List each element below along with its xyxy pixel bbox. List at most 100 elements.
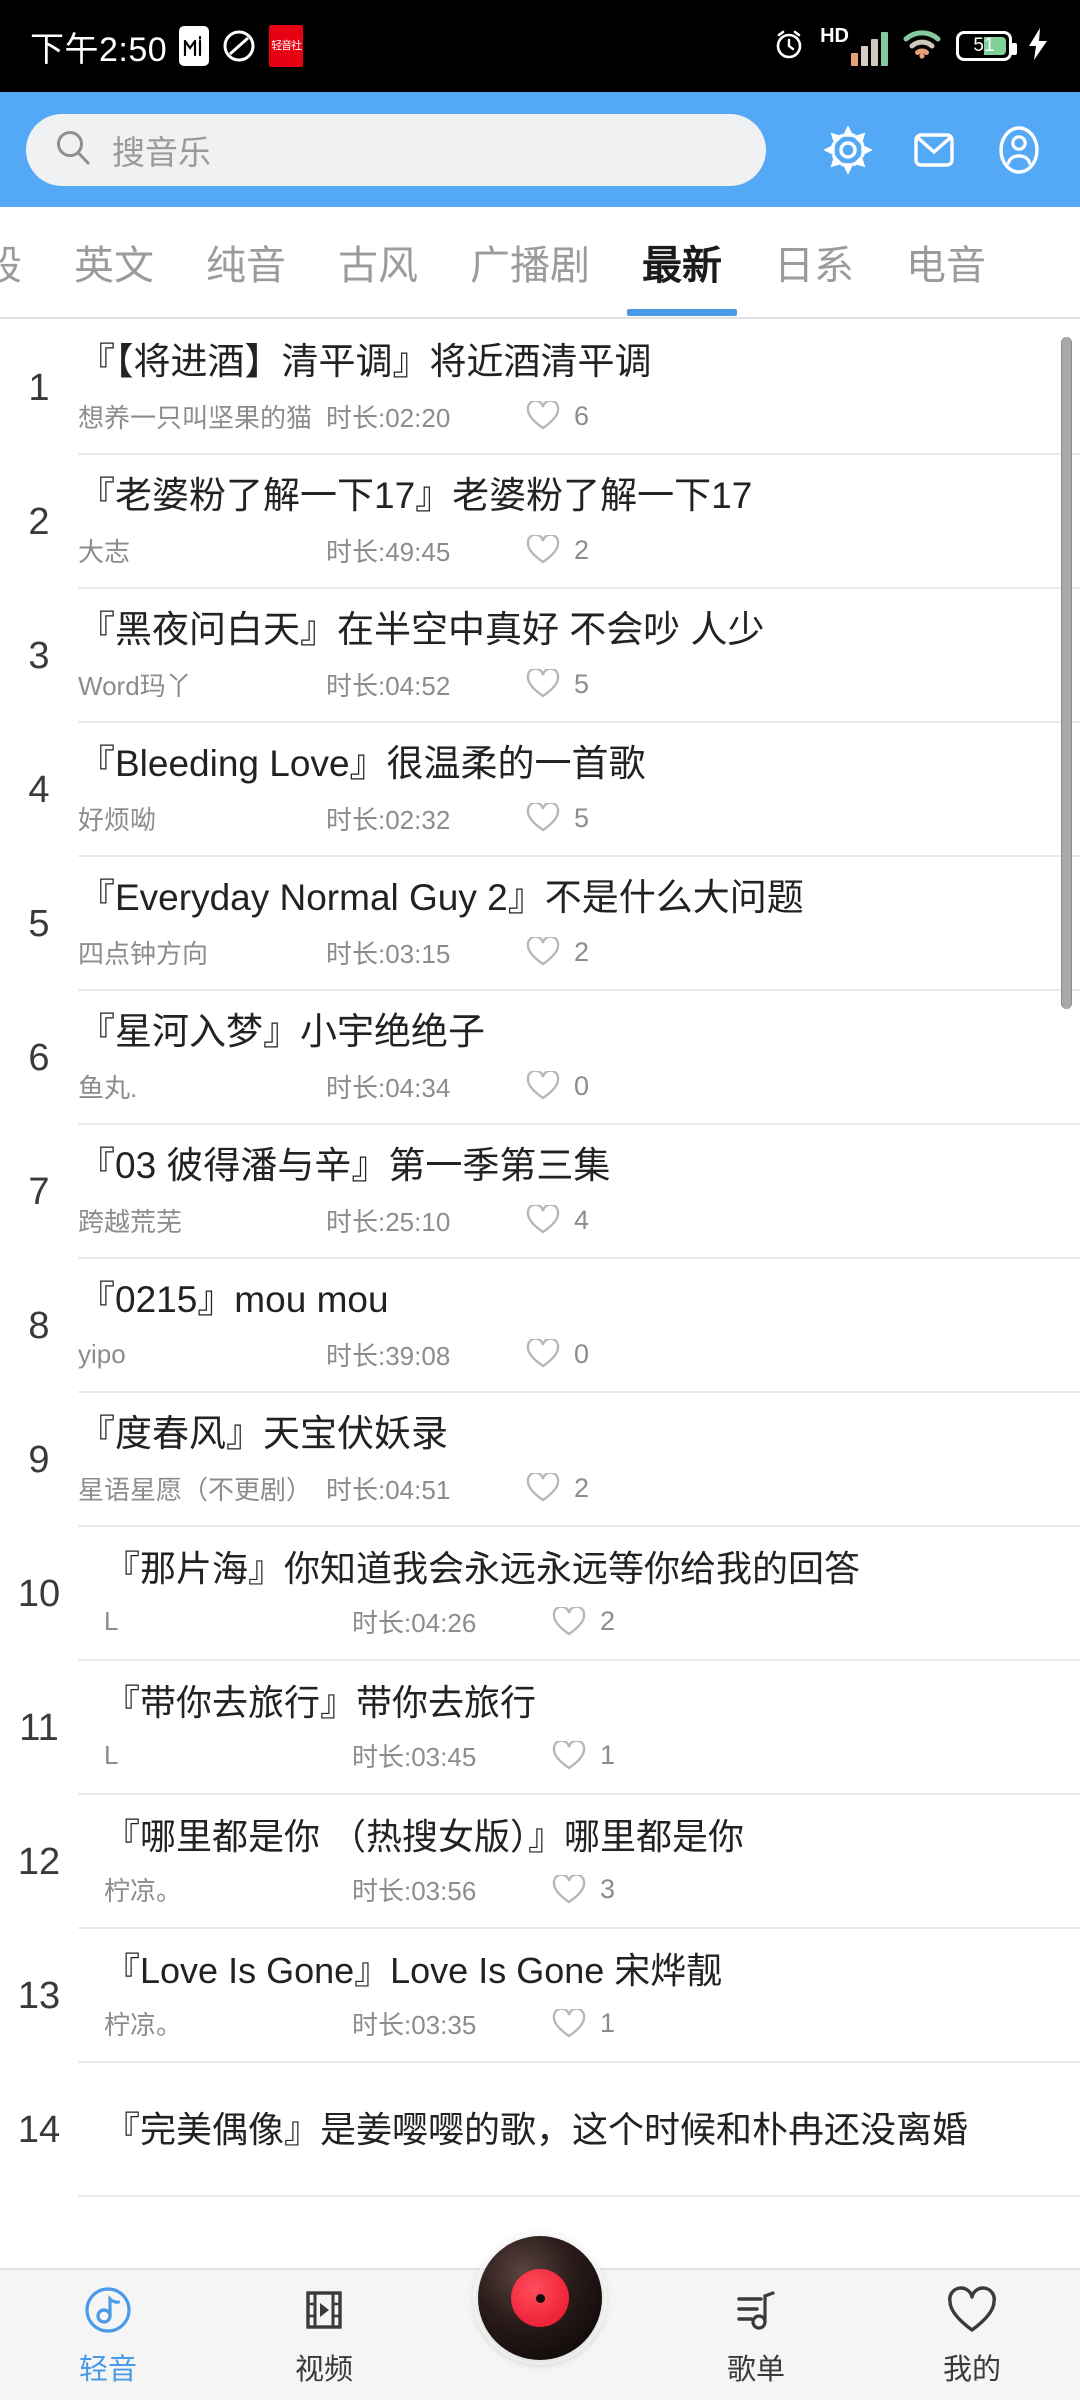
search-input[interactable]: 搜音乐	[26, 114, 766, 186]
like-button[interactable]: 2	[526, 535, 589, 566]
like-count: 2	[574, 937, 589, 968]
row-content: 『带你去旅行』带你去旅行 L 时长:03:45 1	[78, 1661, 1080, 1795]
tab-label: 英文	[74, 233, 154, 291]
row-content: 『【将进酒】清平调』将近酒清平调 想养一只叫坚果的猫 时长:02:20 6	[78, 321, 1080, 455]
like-button[interactable]: 2	[552, 1606, 615, 1637]
like-count: 6	[574, 401, 589, 432]
table-row[interactable]: 6 『星河入梦』小宇绝绝子 鱼丸. 时长:04:34 0	[0, 991, 1080, 1125]
tab-label: 日系	[774, 233, 854, 291]
song-list[interactable]: 1 『【将进酒】清平调』将近酒清平调 想养一只叫坚果的猫 时长:02:20 6 …	[0, 321, 1080, 2268]
table-row[interactable]: 1 『【将进酒】清平调』将近酒清平调 想养一只叫坚果的猫 时长:02:20 6	[0, 321, 1080, 455]
song-meta: 想养一只叫坚果的猫 时长:02:20 6	[78, 398, 1080, 435]
nav-item-light-music[interactable]: 轻音	[8, 2282, 208, 2388]
vinyl-record-icon[interactable]	[478, 2236, 602, 2360]
song-meta: 好烦呦 时长:02:32 5	[78, 800, 1080, 837]
list-scrollbar[interactable]	[1061, 337, 1072, 1009]
signal-bars-icon: HD	[820, 26, 888, 66]
tab-english[interactable]: 英文	[48, 207, 180, 318]
nav-item-video[interactable]: 视频	[224, 2282, 424, 2388]
tab-guofeng[interactable]: 古风	[312, 207, 444, 318]
nav-item-playlist[interactable]: 歌单	[656, 2282, 856, 2388]
like-count: 2	[574, 535, 589, 566]
row-content: 『Love Is Gone』Love Is Gone 宋烨靓 柠凉。 时长:03…	[78, 1929, 1080, 2063]
table-row[interactable]: 14 『完美偶像』是姜嘤嘤的歌，这个时候和朴冉还没离婚	[0, 2063, 1080, 2197]
vinyl-hole	[536, 2294, 545, 2303]
tab-pure-music[interactable]: 纯音	[180, 207, 312, 318]
song-duration: 时长:04:26	[352, 1603, 552, 1640]
like-button[interactable]: 1	[552, 2008, 615, 2039]
like-button[interactable]: 0	[526, 1071, 589, 1102]
song-duration: 时长:39:08	[326, 1336, 526, 1373]
table-row[interactable]: 4 『Bleeding Love』很温柔的一首歌 好烦呦 时长:02:32 5	[0, 723, 1080, 857]
song-duration: 时长:03:45	[352, 1737, 552, 1774]
song-title: 『03 彼得潘与辛』第一季第三集	[78, 1145, 1080, 1188]
bars	[851, 32, 888, 66]
tab-label: 纯音	[206, 233, 286, 291]
table-row[interactable]: 9 『度春风』天宝伏妖录 星语星愿（不更剧） 时长:04:51 2	[0, 1393, 1080, 1527]
song-title: 『Everyday Normal Guy 2』不是什么大问题	[78, 877, 1080, 920]
nav-label: 轻音	[79, 2346, 137, 2388]
table-row[interactable]: 11 『带你去旅行』带你去旅行 L 时长:03:45 1	[0, 1661, 1080, 1795]
mail-icon[interactable]	[908, 124, 960, 176]
uploader-name: 鱼丸.	[78, 1068, 326, 1105]
uploader-name: yipo	[78, 1339, 326, 1370]
like-button[interactable]: 0	[526, 1339, 589, 1370]
alarm-clock-icon	[772, 27, 806, 66]
table-row[interactable]: 13 『Love Is Gone』Love Is Gone 宋烨靓 柠凉。 时长…	[0, 1929, 1080, 2063]
uploader-name: 好烦呦	[78, 800, 326, 837]
tab-japanese[interactable]: 日系	[748, 207, 880, 318]
tab-duanzi[interactable]: 段	[0, 207, 48, 318]
like-button[interactable]: 3	[552, 1874, 615, 1905]
mi-logo-icon	[179, 26, 209, 66]
category-tab-bar[interactable]: 段 英文 纯音 古风 广播剧 最新 日系 电音	[0, 207, 1080, 319]
heart-icon	[945, 2282, 999, 2338]
nav-label: 歌单	[727, 2346, 785, 2388]
tab-electronic[interactable]: 电音	[880, 207, 1012, 318]
like-button[interactable]: 2	[526, 937, 589, 968]
nav-item-mine[interactable]: 我的	[872, 2282, 1072, 2388]
charging-bolt-icon	[1026, 27, 1050, 66]
uploader-name: 大志	[78, 532, 326, 569]
like-count: 1	[600, 2008, 615, 2039]
like-button[interactable]: 5	[526, 669, 589, 700]
bottom-navigation-bar[interactable]: 轻音 视频	[0, 2268, 1080, 2400]
user-circle-icon[interactable]	[992, 123, 1046, 177]
like-button[interactable]: 6	[526, 401, 589, 432]
status-time: 下午2:50	[30, 22, 167, 71]
song-title: 『老婆粉了解一下17』老婆粉了解一下17	[78, 475, 1080, 518]
uploader-name: L	[104, 1740, 352, 1771]
row-index: 2	[0, 455, 78, 589]
table-row[interactable]: 3 『黑夜问白天』在半空中真好 不会吵 人少 Word玛丫 时长:04:52 5	[0, 589, 1080, 723]
status-bar-right: HD 51	[772, 26, 1050, 66]
table-row[interactable]: 12 『哪里都是你 （热搜女版）』哪里都是你 柠凉。 时长:03:56 3	[0, 1795, 1080, 1929]
heart-icon	[552, 2009, 586, 2039]
like-button[interactable]: 5	[526, 803, 589, 834]
table-row[interactable]: 2 『老婆粉了解一下17』老婆粉了解一下17 大志 时长:49:45 2	[0, 455, 1080, 589]
uploader-name: 柠凉。	[104, 2005, 352, 2042]
song-duration: 时长:04:34	[326, 1068, 526, 1105]
like-button[interactable]: 1	[552, 1740, 615, 1771]
table-row[interactable]: 7 『03 彼得潘与辛』第一季第三集 跨越荒芜 时长:25:10 4	[0, 1125, 1080, 1259]
like-button[interactable]: 2	[526, 1473, 589, 1504]
tab-label: 古风	[338, 233, 418, 291]
table-row[interactable]: 10 『那片海』你知道我会永远永远等你给我的回答 L 时长:04:26 2	[0, 1527, 1080, 1661]
song-meta: 柠凉。 时长:03:56 3	[78, 1871, 1080, 1908]
row-content: 『Everyday Normal Guy 2』不是什么大问题 四点钟方向 时长:…	[78, 857, 1080, 991]
row-index: 11	[0, 1661, 78, 1795]
heart-icon	[552, 1741, 586, 1771]
table-row[interactable]: 8 『0215』mou mou yipo 时长:39:08 0	[0, 1259, 1080, 1393]
row-index: 12	[0, 1795, 78, 1929]
row-content: 『Bleeding Love』很温柔的一首歌 好烦呦 时长:02:32 5	[78, 723, 1080, 857]
song-meta: 星语星愿（不更剧） 时长:04:51 2	[78, 1470, 1080, 1507]
row-index: 6	[0, 991, 78, 1125]
app-notification-badge: 轻音社	[269, 25, 303, 67]
hd-label: HD	[820, 26, 849, 46]
tab-latest[interactable]: 最新	[616, 207, 748, 318]
like-button[interactable]: 4	[526, 1205, 589, 1236]
song-meta: Word玛丫 时长:04:52 5	[78, 666, 1080, 703]
table-row[interactable]: 5 『Everyday Normal Guy 2』不是什么大问题 四点钟方向 时…	[0, 857, 1080, 991]
tab-radio-drama[interactable]: 广播剧	[444, 207, 616, 318]
heart-icon	[526, 1473, 560, 1503]
gear-icon[interactable]	[820, 122, 876, 178]
song-duration: 时长:04:52	[326, 666, 526, 703]
